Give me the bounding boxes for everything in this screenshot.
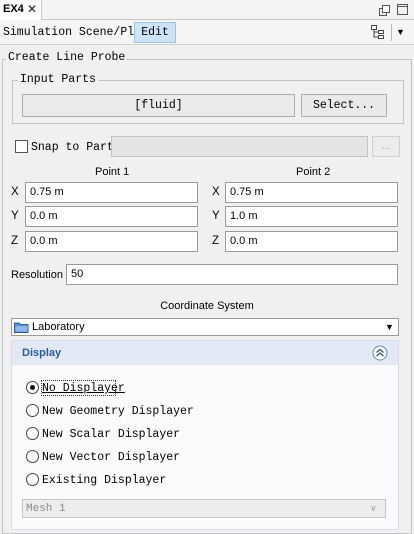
point2-x-field[interactable]: 0.75 m (225, 182, 398, 203)
point2-y-label: Y (212, 210, 220, 222)
point2-z-label: Z (212, 235, 220, 247)
point1-y-field[interactable]: 0.0 m (25, 206, 198, 227)
chevron-down-icon[interactable]: ▼ (385, 322, 394, 332)
tab-simulation-scene-plot[interactable]: Simulation Scene/Plot (3, 26, 148, 39)
point1-z-field[interactable]: 0.0 m (25, 231, 198, 252)
radio-existing-displayer[interactable] (26, 473, 39, 486)
tab-title: EX4 (3, 3, 24, 15)
snap-browse-button: ... (372, 136, 400, 157)
radio-label-new-geometry-displayer: New Geometry Displayer (42, 405, 194, 418)
snap-to-part-checkbox[interactable] (15, 140, 28, 153)
coordinate-system-value: Laboratory (32, 321, 85, 333)
coordinate-system-label: Coordinate System (160, 300, 254, 312)
point1-x-label: X (11, 186, 19, 198)
radio-new-scalar-displayer[interactable] (26, 427, 39, 440)
collapse-icon[interactable] (372, 345, 388, 364)
radio-no-displayer[interactable] (26, 381, 39, 394)
resolution-label: Resolution (11, 269, 63, 281)
existing-displayer-select (22, 499, 386, 518)
point1-y-label: Y (11, 210, 19, 222)
toolbar-separator (391, 24, 392, 41)
point1-heading: Point 1 (95, 166, 130, 178)
point2-y-field[interactable]: 1.0 m (225, 206, 398, 227)
select-button[interactable]: Select... (301, 94, 387, 117)
tab-strip (0, 0, 414, 20)
tree-view-icon[interactable] (371, 25, 385, 42)
radio-new-vector-displayer[interactable] (26, 450, 39, 463)
point2-heading: Point 2 (296, 166, 331, 178)
radio-new-geometry-displayer[interactable] (26, 404, 39, 417)
existing-displayer-value: Mesh 1 (26, 503, 66, 515)
snap-to-part-label: Snap to Part (31, 141, 114, 154)
radio-label-existing-displayer: Existing Displayer (42, 474, 167, 487)
point1-z-label: Z (11, 235, 19, 247)
chevron-down-icon: ∨ (370, 503, 377, 513)
point2-x-label: X (212, 186, 220, 198)
restore-window-icon[interactable] (379, 5, 390, 19)
radio-label-no-displayer: No Displayer (42, 382, 125, 395)
tab-edit[interactable]: Edit (134, 22, 176, 43)
radio-label-new-vector-displayer: New Vector Displayer (42, 451, 181, 464)
radio-label-new-scalar-displayer: New Scalar Displayer (42, 428, 181, 441)
snap-part-field (111, 136, 368, 157)
maximize-icon[interactable] (397, 4, 408, 18)
input-parts-title: Input Parts (18, 73, 98, 86)
point2-z-field[interactable]: 0.0 m (225, 231, 398, 252)
point1-x-field[interactable]: 0.75 m (25, 182, 198, 203)
display-header[interactable] (12, 341, 398, 365)
close-icon[interactable]: ✕ (27, 2, 37, 16)
group-title: Create Line Probe (6, 51, 128, 64)
display-title: Display (22, 347, 62, 359)
input-parts-field[interactable]: [fluid] (22, 94, 295, 117)
resolution-field[interactable]: 50 (66, 264, 398, 285)
folder-icon (14, 321, 29, 336)
chevron-down-icon[interactable]: ▼ (396, 27, 405, 37)
